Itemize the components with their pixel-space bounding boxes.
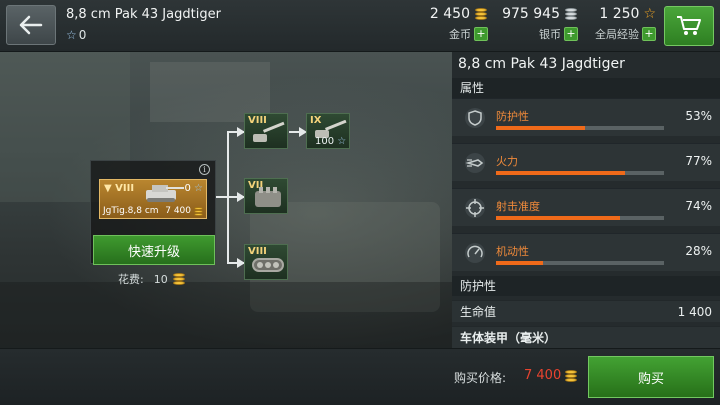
engine-icon bbox=[255, 187, 281, 207]
module-gun-viii[interactable]: VIII bbox=[244, 113, 288, 149]
stat-bar-fill bbox=[496, 261, 544, 265]
xp-star-icon: ☆ bbox=[643, 6, 656, 22]
speedometer-icon bbox=[465, 243, 485, 263]
background-floor bbox=[0, 282, 452, 348]
gun-icon bbox=[253, 121, 285, 142]
global-xp-currency: 1 250 ☆ 全局经验 + bbox=[584, 6, 656, 46]
stat-row-accuracy[interactable]: 射击准度 74% bbox=[452, 188, 720, 226]
vehicle-info-panel: 8,8 cm Pak 43 Jagdtiger 属性 防护性 53% 火力 77… bbox=[452, 52, 720, 348]
stat-bar bbox=[496, 126, 664, 130]
upgrade-cost: 花费: 10 bbox=[118, 271, 186, 287]
global-xp-label: 全局经验 bbox=[595, 28, 639, 41]
tracks-icon bbox=[252, 258, 284, 272]
stat-label: 火力 bbox=[496, 155, 518, 168]
stat-value: 53% bbox=[685, 109, 712, 123]
cost-value: 10 bbox=[153, 272, 168, 286]
star-outline-icon: ☆ bbox=[66, 28, 77, 42]
star-outline-icon: ☆ bbox=[337, 136, 347, 147]
garage-background bbox=[0, 52, 452, 348]
add-gold-button[interactable]: + bbox=[474, 27, 488, 41]
add-silver-button[interactable]: + bbox=[564, 27, 578, 41]
stat-bar bbox=[496, 216, 664, 220]
quick-upgrade-button[interactable]: 快速升级 bbox=[93, 235, 215, 265]
stat-bar bbox=[496, 261, 664, 265]
gold-coins-icon bbox=[474, 8, 488, 20]
arrow-left-icon bbox=[19, 15, 43, 35]
module-tier: ▼ VIII bbox=[104, 183, 135, 194]
module-engine-vii[interactable]: VII bbox=[244, 178, 288, 214]
stat-row-protection[interactable]: 防护性 53% bbox=[452, 98, 720, 136]
module-tracks-viii[interactable]: VIII bbox=[244, 244, 288, 280]
hp-value: 1 400 bbox=[677, 305, 712, 319]
shield-icon bbox=[465, 108, 485, 128]
hull-armor-label: 车体装甲（毫米） bbox=[460, 331, 557, 345]
info-icon[interactable]: i bbox=[199, 164, 210, 175]
current-module-card: i ▼ VIII 0 ☆ JgTig.8,8 cm 7 400 快速升级 bbox=[90, 160, 216, 265]
cart-icon bbox=[677, 16, 701, 35]
module-xp: 100 ☆ bbox=[315, 136, 347, 147]
buy-button[interactable]: 购买 bbox=[588, 356, 714, 398]
shell-icon bbox=[465, 153, 485, 173]
hp-row: 生命值 1 400 bbox=[452, 300, 720, 322]
stat-label: 机动性 bbox=[496, 245, 529, 258]
attributes-header: 属性 bbox=[452, 78, 720, 98]
stat-bar-fill bbox=[496, 126, 586, 130]
tank-icon bbox=[146, 185, 184, 202]
module-xp: 0 ☆ bbox=[184, 183, 203, 194]
gold-amount: 2 450 bbox=[429, 6, 470, 22]
vehicle-stars: ☆ 0 bbox=[66, 28, 86, 42]
silver-coins-icon bbox=[193, 206, 203, 216]
protection-header: 防护性 bbox=[452, 276, 720, 296]
star-outline-icon: ☆ bbox=[194, 183, 203, 194]
vehicle-title: 8,8 cm Pak 43 Jagdtiger bbox=[66, 7, 221, 22]
panel-title: 8,8 cm Pak 43 Jagdtiger bbox=[458, 56, 625, 72]
back-button[interactable] bbox=[6, 5, 56, 45]
stat-value: 74% bbox=[685, 199, 712, 213]
gold-coins-icon bbox=[172, 273, 186, 285]
add-global-xp-button[interactable]: + bbox=[642, 27, 656, 41]
stat-label: 防护性 bbox=[496, 110, 529, 123]
purchase-price-label: 购买价格: bbox=[454, 371, 507, 385]
stat-label: 射击准度 bbox=[496, 200, 540, 213]
gold-coins-icon bbox=[564, 369, 578, 382]
silver-amount: 975 945 bbox=[502, 6, 560, 22]
purchase-price-value: 7 400 bbox=[524, 368, 562, 383]
bottom-bar: 购买价格: 7 400 购买 bbox=[0, 348, 720, 405]
stat-bar-fill bbox=[496, 216, 621, 220]
stat-value: 77% bbox=[685, 154, 712, 168]
hull-armor-row: 车体装甲（毫米） bbox=[452, 326, 720, 348]
purchase-price: 7 400 bbox=[524, 368, 578, 383]
stat-row-mobility[interactable]: 机动性 28% bbox=[452, 233, 720, 271]
top-bar: 8,8 cm Pak 43 Jagdtiger ☆ 0 2 450 金币 + 9… bbox=[0, 0, 720, 52]
cost-label: 花费: bbox=[118, 273, 144, 286]
module-price: 7 400 bbox=[165, 206, 203, 216]
stat-bar-fill bbox=[496, 171, 626, 175]
stat-value: 28% bbox=[685, 244, 712, 258]
gold-label: 金币 bbox=[449, 28, 471, 41]
crosshair-icon bbox=[465, 198, 485, 218]
hp-label: 生命值 bbox=[460, 305, 497, 319]
silver-label: 银币 bbox=[539, 28, 561, 41]
vehicle-stars-value: 0 bbox=[78, 28, 87, 42]
stat-row-firepower[interactable]: 火力 77% bbox=[452, 143, 720, 181]
module-gun-ix[interactable]: IX 100 ☆ bbox=[306, 113, 350, 149]
stat-bar bbox=[496, 171, 664, 175]
current-gun-module[interactable]: ▼ VIII 0 ☆ JgTig.8,8 cm 7 400 bbox=[99, 179, 207, 219]
shop-cart-button[interactable] bbox=[664, 6, 714, 46]
silver-currency: 975 945 银币 + bbox=[494, 6, 578, 46]
module-name: JgTig.8,8 cm bbox=[103, 206, 159, 216]
silver-coins-icon bbox=[564, 8, 578, 20]
gold-currency: 2 450 金币 + bbox=[418, 6, 488, 46]
global-xp-amount: 1 250 bbox=[599, 6, 640, 22]
